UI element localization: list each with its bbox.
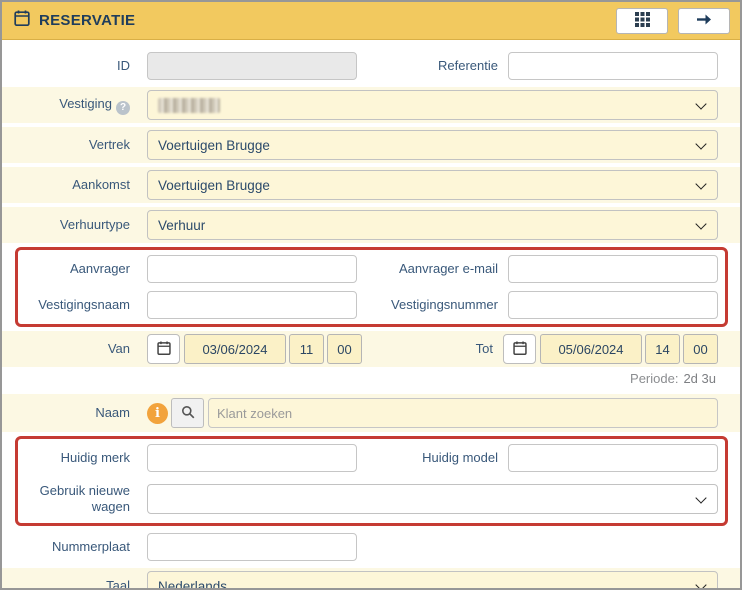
nummerplaat-input[interactable] [147,533,357,561]
calendar-icon [156,340,171,358]
vestiging-label: Vestiging? [2,96,147,115]
referentie-input[interactable] [508,52,718,80]
verhuurtype-select[interactable]: Verhuur [147,210,718,240]
form-body: ID Referentie Vestiging? Vertrek Voertui… [2,40,740,590]
chevron-down-icon [695,217,707,230]
chevron-down-icon [695,491,707,504]
aanvrager-email-label: Aanvrager e-mail [399,261,498,277]
vertrek-label: Vertrek [88,137,130,153]
help-icon[interactable]: ? [116,100,130,115]
page-title: RESERVATIE [39,12,136,29]
tot-minute-input[interactable] [683,334,718,364]
row-gebruik-nieuwe-wagen: Gebruik nieuwe wagen [2,477,740,521]
taal-label: Taal [106,578,130,590]
header-title-group: RESERVATIE [14,10,135,31]
aankomst-label: Aankomst [72,177,130,193]
next-button[interactable] [678,7,730,34]
verhuurtype-value: Verhuur [158,217,206,233]
referentie-label: Referentie [438,58,498,74]
row-aanvrager: Aanvrager Aanvrager e-mail [2,252,740,286]
calendar-icon [14,10,30,31]
calendar-icon [512,340,527,358]
periode-row: Periode: 2d 3u [2,371,740,386]
van-label: Van [107,341,130,357]
row-aankomst: Aankomst Voertuigen Brugge [2,167,740,203]
nummerplaat-label: Nummerplaat [51,539,130,555]
klant-zoeken-input[interactable] [208,398,718,428]
row-van-tot: Van Tot [2,331,740,367]
chevron-down-icon [695,137,707,150]
aanvrager-label: Aanvrager [70,261,130,277]
row-id-referentie: ID Referentie [2,49,740,83]
row-naam: Naam i [2,394,740,432]
vestiging-label-text: Vestiging [59,95,112,111]
aanvrager-input[interactable] [147,255,357,283]
naam-label: Naam [95,405,130,421]
van-datetime-group [147,334,362,364]
grid-view-button[interactable] [616,7,668,34]
aankomst-value: Voertuigen Brugge [158,177,270,193]
info-icon[interactable]: i [147,402,168,424]
periode-label: Periode: [630,371,679,386]
id-label: ID [117,58,130,74]
huidig-merk-label: Huidig merk [60,450,130,466]
gebruik-nieuwe-wagen-label: Gebruik nieuwe wagen [39,483,130,514]
gebruik-nieuwe-wagen-select[interactable] [147,484,718,514]
tot-hour-input[interactable] [645,334,680,364]
reservation-window: RESERVATIE ID Referentie Vestiging ? Ver… [0,0,742,590]
tot-date-input[interactable] [540,334,642,364]
row-nummerplaat: Nummerplaat [2,530,740,564]
highlight-group-aanvrager: Aanvrager Aanvrager e-mail Vestigingsnaa… [2,247,740,327]
vestiging-select[interactable] [147,90,718,120]
aankomst-select[interactable]: Voertuigen Brugge [147,170,718,200]
row-vertrek: Vertrek Voertuigen Brugge [2,127,740,163]
header-bar: RESERVATIE [2,2,740,40]
van-calendar-button[interactable] [147,334,180,364]
redacted-value [158,97,220,113]
row-taal: Taal Nederlands [2,568,740,590]
arrow-right-icon [696,13,713,29]
search-icon [181,405,195,422]
van-date-input[interactable] [184,334,286,364]
vestigingsnummer-label: Vestigingsnummer [391,297,498,313]
chevron-down-icon [695,177,707,190]
row-vestiging: Vestiging? [2,87,740,123]
vestigingsnaam-label: Vestigingsnaam [38,297,130,313]
taal-select[interactable]: Nederlands [147,571,718,590]
chevron-down-icon [695,97,707,110]
row-huidig-merk-model: Huidig merk Huidig model [2,441,740,475]
aanvrager-email-input[interactable] [508,255,718,283]
highlight-group-huidige-wagen: Huidig merk Huidig model Gebruik nieuwe … [2,436,740,526]
verhuurtype-label: Verhuurtype [59,217,130,233]
tot-label: Tot [475,341,493,357]
periode-value: 2d 3u [683,371,716,386]
grid-icon [634,11,650,30]
van-minute-input[interactable] [327,334,362,364]
row-verhuurtype: Verhuurtype Verhuur [2,207,740,243]
vestigingsnaam-input[interactable] [147,291,357,319]
id-input [147,52,357,80]
vertrek-select[interactable]: Voertuigen Brugge [147,130,718,160]
vestigingsnummer-input[interactable] [508,291,718,319]
huidig-merk-input[interactable] [147,444,357,472]
search-button[interactable] [171,398,204,428]
van-hour-input[interactable] [289,334,324,364]
tot-calendar-button[interactable] [503,334,536,364]
huidig-model-label: Huidig model [422,450,498,466]
row-vestigingsnaam: Vestigingsnaam Vestigingsnummer [2,288,740,322]
taal-value: Nederlands [158,578,228,590]
huidig-model-input[interactable] [508,444,718,472]
chevron-down-icon [695,578,707,588]
vertrek-value: Voertuigen Brugge [158,137,270,153]
tot-datetime-group [503,334,718,364]
